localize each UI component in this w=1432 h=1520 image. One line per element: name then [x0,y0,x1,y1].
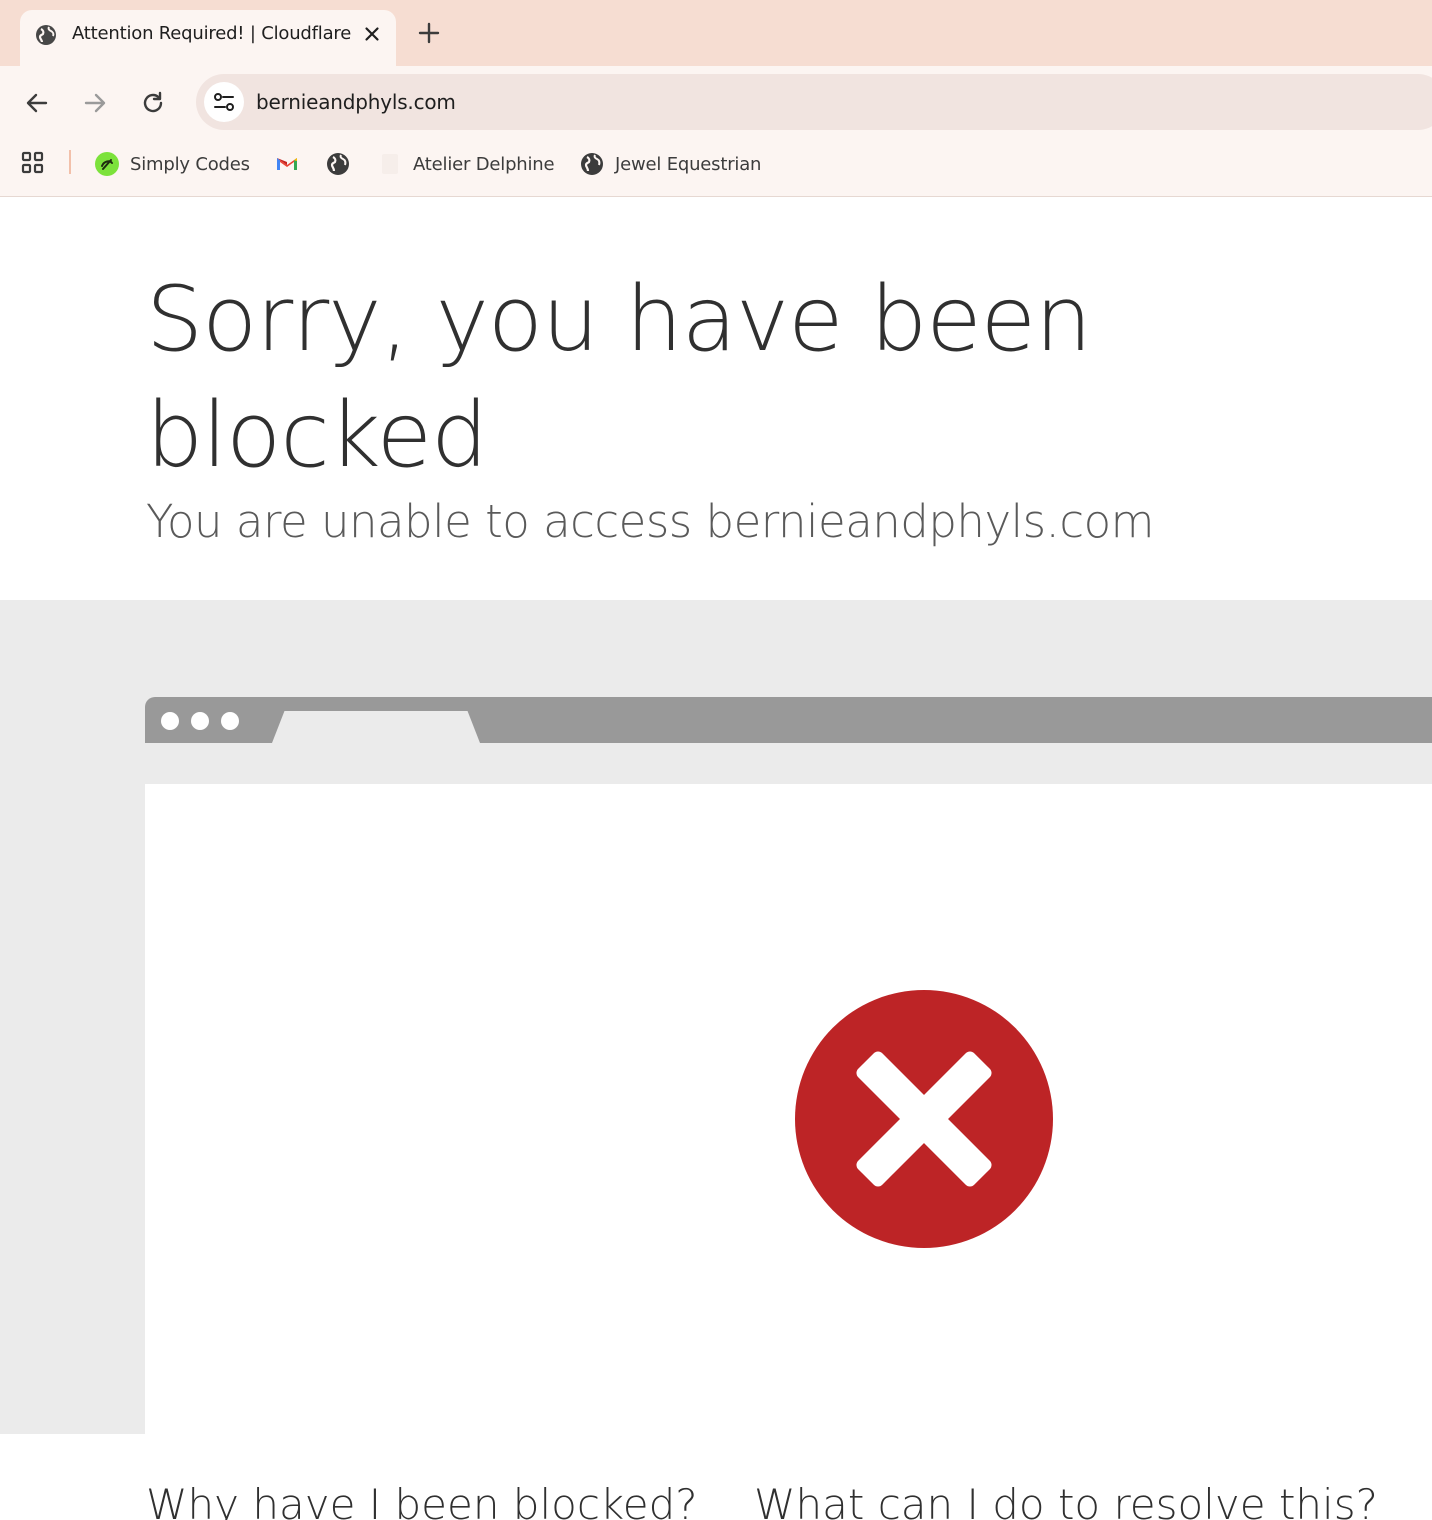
blocked-x-icon [795,990,1053,1248]
bookmark-atelier-delphine[interactable]: Atelier Delphine [377,148,555,180]
mock-window-dot [161,712,179,730]
mock-window-dot [221,712,239,730]
blank-page-icon [377,151,403,177]
bookmark-label: Jewel Equestrian [615,153,762,175]
info-section-headings: Why have I been blocked? What can I do t… [146,1480,1432,1520]
reload-button[interactable] [136,86,170,120]
bookmark-label: Atelier Delphine [413,153,555,175]
bookmark-simply-codes[interactable]: Simply Codes [94,148,250,180]
bookmark-jewel-equestrian[interactable]: Jewel Equestrian [579,148,761,180]
mock-browser-tab [272,711,480,743]
browser-toolbar: bernieandphyls.com [0,66,1432,140]
tab-title: Attention Required! | Cloudflare [72,23,352,44]
tab-strip: Attention Required! | Cloudflare [0,0,1432,66]
mock-browser-window [145,784,1432,1434]
gmail-icon [274,151,300,177]
bookmark-gmail[interactable] [274,148,300,180]
address-bar[interactable]: bernieandphyls.com [196,74,1432,130]
page-title: Sorry, you have been blocked [146,267,1092,488]
page-subtitle: You are unable to access bernieandphyls.… [146,495,1154,548]
forward-button[interactable] [78,86,112,120]
site-settings-icon[interactable] [204,82,244,122]
globe-icon [579,151,605,177]
why-blocked-heading: Why have I been blocked? [146,1480,698,1520]
bookmark-label: Simply Codes [130,153,250,175]
globe-icon [34,23,58,47]
mock-window-dot [191,712,209,730]
bookmarks-bar: Simply Codes Atelier Delphine Jewel Eque… [0,140,1432,197]
tab-active[interactable]: Attention Required! | Cloudflare [20,10,396,66]
close-tab-icon[interactable] [358,20,386,48]
globe-icon [325,151,351,177]
apps-grid-icon[interactable] [20,150,46,176]
bookmark-globe[interactable] [325,148,351,180]
back-button[interactable] [20,86,54,120]
bookmark-divider [69,150,71,174]
url-text: bernieandphyls.com [256,90,456,114]
resolve-heading: What can I do to resolve this? [754,1480,1378,1520]
simply-codes-icon [94,151,120,177]
new-tab-button[interactable] [414,18,444,48]
